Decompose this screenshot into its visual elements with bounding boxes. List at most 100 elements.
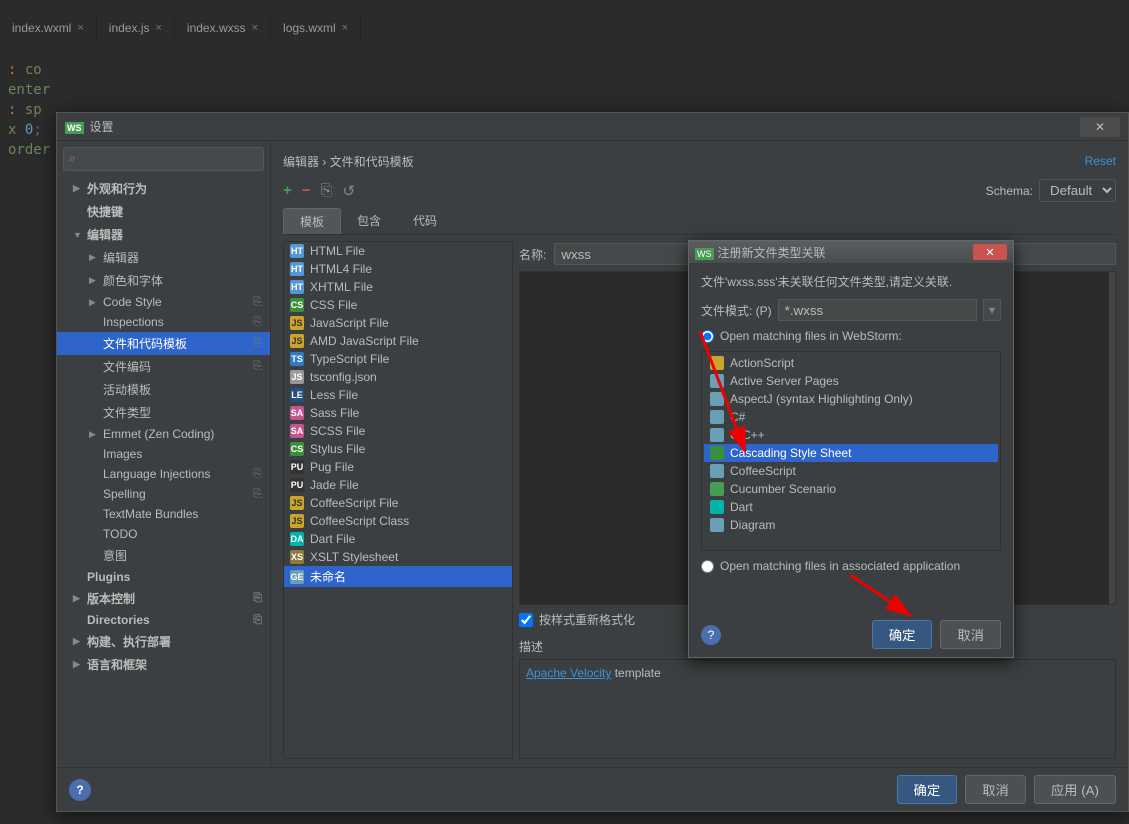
tree-item[interactable]: TODO (57, 524, 270, 544)
tree-item[interactable]: ▼编辑器 (57, 223, 270, 246)
reformat-checkbox[interactable] (519, 613, 533, 627)
filetype-list-item[interactable]: C# (704, 408, 998, 426)
tree-item[interactable]: Spelling⎘ (57, 484, 270, 504)
tree-item[interactable]: ▶语言和框架 (57, 653, 270, 676)
tree-item[interactable]: Inspections⎘ (57, 312, 270, 332)
velocity-link[interactable]: Apache Velocity (526, 666, 611, 680)
radio-open-ide[interactable]: Open matching files in WebStorm: (701, 329, 1001, 343)
filetype-icon: JS (290, 496, 304, 510)
template-list-label: HTML File (310, 244, 365, 258)
template-list-item[interactable]: SASCSS File (284, 422, 512, 440)
tab-code[interactable]: 代码 (397, 208, 453, 234)
tree-item[interactable]: 文件编码⎘ (57, 355, 270, 378)
help-button[interactable]: ? (69, 779, 91, 801)
template-list-item[interactable]: JSCoffeeScript Class (284, 512, 512, 530)
tree-item[interactable]: ▶编辑器 (57, 246, 270, 269)
template-list-label: TypeScript File (310, 352, 389, 366)
add-button[interactable]: + (283, 182, 292, 199)
tree-item[interactable]: Language Injections⎘ (57, 464, 270, 484)
filetype-list-item[interactable]: C/C++ (704, 426, 998, 444)
filetype-list[interactable]: ActionScriptActive Server PagesAspectJ (… (701, 351, 1001, 551)
ok-button[interactable]: 确定 (872, 620, 933, 649)
template-list-item[interactable]: JSAMD JavaScript File (284, 332, 512, 350)
settings-tree[interactable]: ▶外观和行为快捷键▼编辑器▶编辑器▶颜色和字体▶Code Style⎘Inspe… (57, 177, 270, 767)
template-list-item[interactable]: HTXHTML File (284, 278, 512, 296)
chevron-icon: ▼ (73, 230, 83, 240)
close-icon[interactable]: × (155, 22, 161, 34)
tree-item[interactable]: ▶外观和行为 (57, 177, 270, 200)
ok-button[interactable]: 确定 (897, 775, 958, 804)
apply-button[interactable]: 应用 (A) (1034, 775, 1116, 804)
pattern-dropdown-button[interactable]: ▾ (983, 299, 1001, 321)
template-list-item[interactable]: JStsconfig.json (284, 368, 512, 386)
template-list-item[interactable]: SASass File (284, 404, 512, 422)
template-list[interactable]: HT HTML File HTHTML4 FileHTXHTML FileCSCSS… (283, 241, 513, 759)
template-list-item[interactable]: DADart File (284, 530, 512, 548)
close-button[interactable]: ✕ (973, 244, 1007, 260)
tree-item[interactable]: Directories⎘ (57, 610, 270, 630)
copy-button[interactable]: ⎘ (321, 182, 333, 199)
help-button[interactable]: ? (701, 625, 721, 645)
tree-item[interactable]: 文件和代码模板⎘ (57, 332, 270, 355)
template-list-item[interactable]: GE未命名 (284, 566, 512, 587)
tab-includes[interactable]: 包含 (341, 208, 397, 234)
tree-item-label: Directories (87, 613, 150, 627)
radio-open-assoc[interactable]: Open matching files in associated applic… (701, 559, 1001, 573)
tree-item[interactable]: 快捷键 (57, 200, 270, 223)
reset-link[interactable]: Reset (1085, 154, 1116, 168)
template-list-item[interactable]: XSXSLT Stylesheet (284, 548, 512, 566)
radio-open-ide-input[interactable] (701, 330, 714, 343)
tab-templates[interactable]: 模板 (283, 208, 341, 234)
radio-open-assoc-input[interactable] (701, 560, 714, 573)
editor-tab[interactable]: index.wxml× (0, 17, 97, 39)
template-list-item[interactable]: JSCoffeeScript File (284, 494, 512, 512)
editor-tab[interactable]: index.js× (97, 17, 175, 39)
template-list-item[interactable]: HTHTML4 File (284, 260, 512, 278)
pattern-input[interactable] (778, 299, 977, 321)
scrollbar[interactable] (1109, 272, 1115, 604)
schema-dropdown[interactable]: Default (1039, 179, 1116, 202)
filetype-list-item[interactable]: Active Server Pages (704, 372, 998, 390)
filetype-list-item[interactable]: Cucumber Scenario (704, 480, 998, 498)
filetype-list-item[interactable]: Dart (704, 498, 998, 516)
tree-item[interactable]: ▶版本控制⎘ (57, 587, 270, 610)
template-list-item[interactable]: PUJade File (284, 476, 512, 494)
editor-tab[interactable]: logs.wxml× (271, 17, 361, 39)
tree-item[interactable]: ▶颜色和字体 (57, 269, 270, 292)
filetype-list-item[interactable]: ActionScript (704, 354, 998, 372)
template-list-item[interactable]: TSTypeScript File (284, 350, 512, 368)
cancel-button[interactable]: 取消 (940, 620, 1001, 649)
template-list-item[interactable]: CSStylus File (284, 440, 512, 458)
tree-item[interactable]: ▶构建、执行部署 (57, 630, 270, 653)
template-list-item[interactable]: CSCSS File (284, 296, 512, 314)
cancel-button[interactable]: 取消 (965, 775, 1026, 804)
name-label: 名称: (519, 246, 546, 263)
close-icon[interactable]: × (252, 22, 258, 34)
template-list-item[interactable]: JSJavaScript File (284, 314, 512, 332)
tree-item[interactable]: ▶Code Style⎘ (57, 292, 270, 312)
tree-item[interactable]: 文件类型 (57, 401, 270, 424)
tree-item-label: TODO (103, 527, 137, 541)
revert-button[interactable]: ↺ (343, 182, 356, 200)
filetype-list-item[interactable]: Cascading Style Sheet (704, 444, 998, 462)
search-input[interactable] (63, 147, 264, 171)
remove-button[interactable]: − (302, 182, 311, 199)
close-icon[interactable]: × (77, 22, 83, 34)
tree-item[interactable]: Plugins (57, 567, 270, 587)
editor-tab[interactable]: index.wxss× (175, 17, 271, 39)
filetype-icon: HT (290, 280, 304, 294)
filetype-list-item[interactable]: Diagram (704, 516, 998, 534)
tree-item[interactable]: ▶Emmet (Zen Coding) (57, 424, 270, 444)
template-list-item[interactable]: LELess File (284, 386, 512, 404)
filetype-list-item[interactable]: CoffeeScript (704, 462, 998, 480)
tree-item[interactable]: 活动模板 (57, 378, 270, 401)
filetype-icon: HT (290, 244, 304, 258)
template-list-item[interactable]: PUPug File (284, 458, 512, 476)
tree-item[interactable]: TextMate Bundles (57, 504, 270, 524)
tree-item[interactable]: Images (57, 444, 270, 464)
close-icon[interactable]: × (342, 22, 348, 34)
close-button[interactable]: ✕ (1080, 117, 1120, 137)
template-list-item[interactable]: HT HTML File (284, 242, 512, 260)
filetype-list-item[interactable]: AspectJ (syntax Highlighting Only) (704, 390, 998, 408)
tree-item[interactable]: 意图 (57, 544, 270, 567)
